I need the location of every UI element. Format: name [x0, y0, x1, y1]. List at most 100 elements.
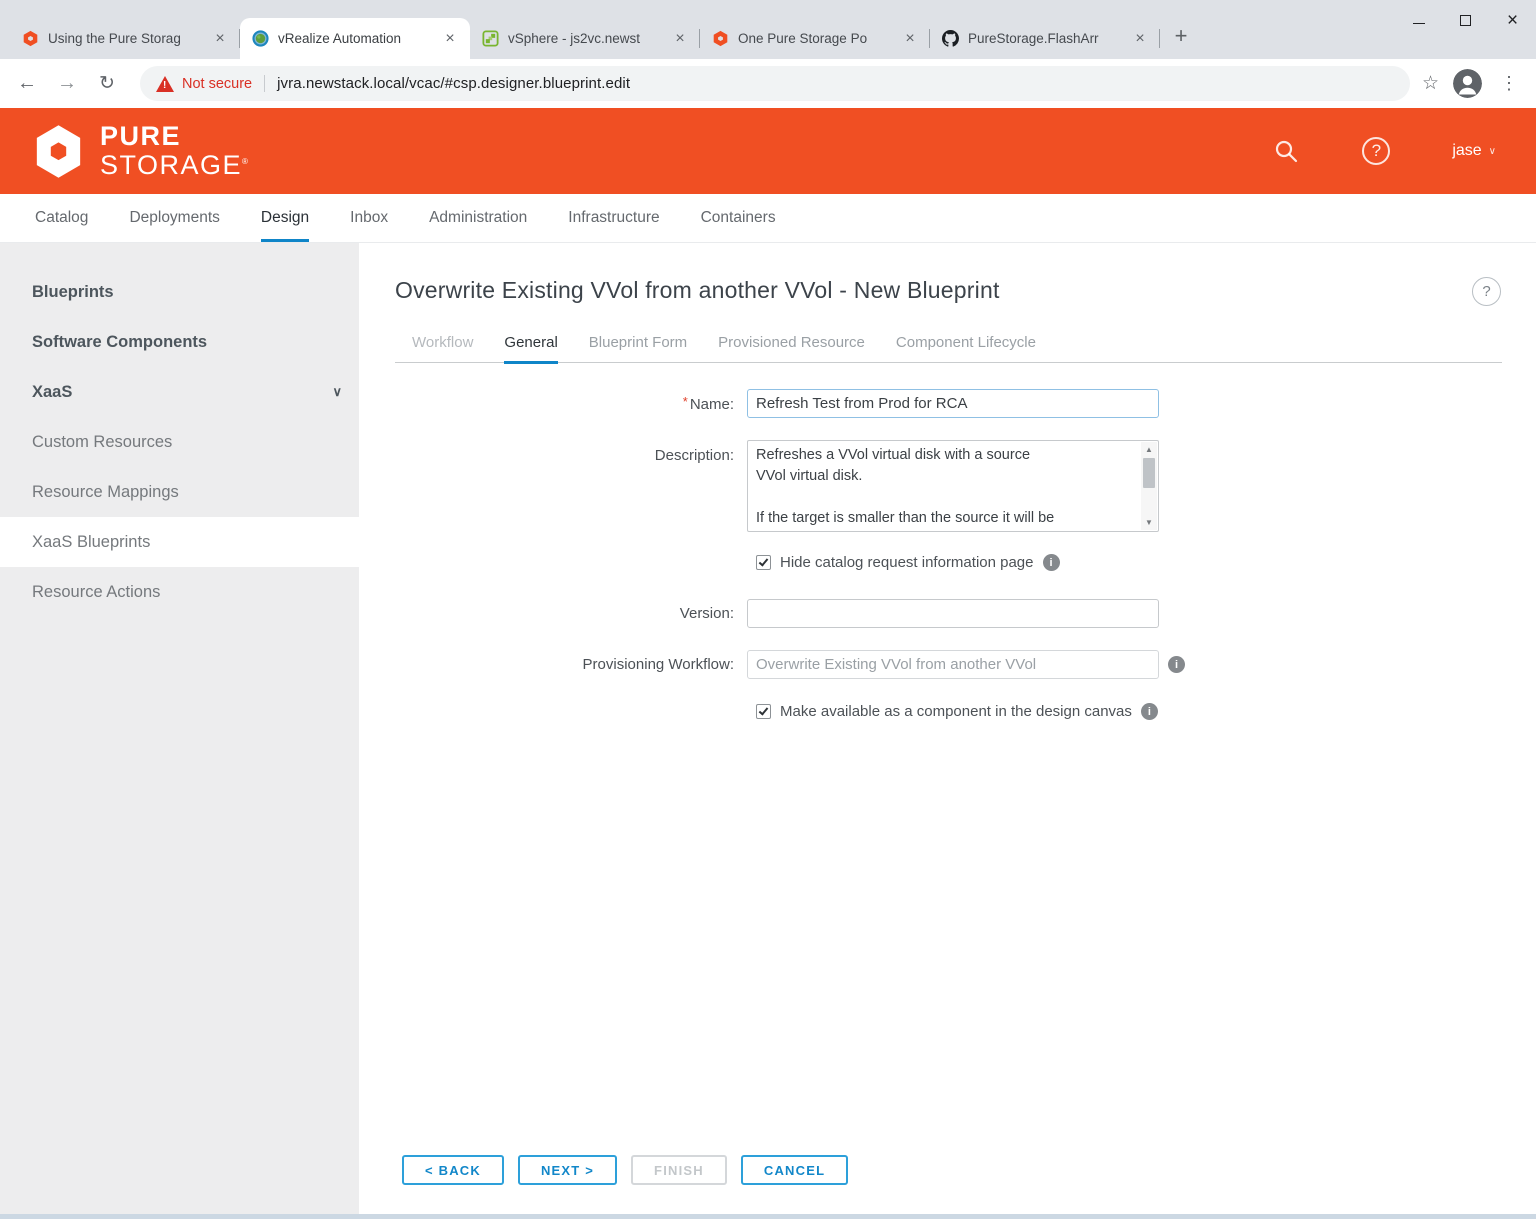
browser-profile-avatar[interactable] [1453, 69, 1482, 98]
pure-storage-logo: PURE STORAGE® [30, 123, 249, 180]
chevron-down-icon: ∨ [332, 384, 342, 400]
description-textarea[interactable]: Refreshes a VVol virtual disk with a sou… [747, 440, 1159, 532]
design-canvas-label: Make available as a component in the des… [780, 703, 1132, 720]
scroll-down-icon[interactable]: ▼ [1141, 518, 1157, 527]
help-button[interactable]: ? [1362, 137, 1390, 165]
sidebar-item-software-components[interactable]: Software Components [0, 317, 359, 367]
browser-tab-vsphere[interactable]: vSphere - js2vc.newst × [470, 18, 700, 59]
sidebar-item-resource-actions[interactable]: Resource Actions [0, 567, 359, 617]
browser-tab-pure-docs[interactable]: Using the Pure Storag × [10, 18, 240, 59]
omnibox-divider [264, 75, 265, 92]
search-button[interactable] [1273, 138, 1300, 165]
hide-catalog-label: Hide catalog request information page [780, 554, 1034, 571]
browser-tab-vrealize[interactable]: vRealize Automation × [240, 18, 470, 59]
not-secure-warning-icon[interactable]: ! [156, 76, 174, 92]
blueprint-tabs: Workflow General Blueprint Form Provisio… [395, 334, 1502, 363]
tab-close-icon[interactable]: × [900, 29, 920, 49]
window-minimize-button[interactable] [1395, 0, 1442, 40]
design-canvas-checkbox[interactable] [756, 704, 771, 719]
window-close-button[interactable]: × [1489, 0, 1536, 40]
back-button[interactable]: < BACK [402, 1155, 504, 1185]
tab-close-icon[interactable]: × [440, 29, 460, 49]
info-icon[interactable]: i [1043, 554, 1060, 571]
tab-title: One Pure Storage Po [738, 31, 896, 46]
close-icon: × [1507, 11, 1518, 30]
url-omnibox[interactable]: ! Not secure jvra.newstack.local/vcac/#c… [140, 66, 1410, 101]
search-icon [1273, 138, 1300, 165]
tab-title: Using the Pure Storag [48, 31, 206, 46]
pure-storage-favicon [712, 30, 729, 47]
tab-title: vRealize Automation [278, 31, 436, 46]
minimize-icon [1413, 23, 1425, 24]
browser-tab-strip: Using the Pure Storag × vRealize Automat… [0, 0, 1536, 59]
description-label: Description: [395, 440, 734, 464]
tab-general[interactable]: General [504, 334, 557, 364]
sidebar-item-custom-resources[interactable]: Custom Resources [0, 417, 359, 467]
tab-title: vSphere - js2vc.newst [508, 31, 666, 46]
hide-catalog-checkbox[interactable] [756, 555, 771, 570]
wizard-buttons: < BACK NEXT > FINISH CANCEL [402, 1155, 862, 1185]
browser-tab-pure-powershell[interactable]: One Pure Storage Po × [700, 18, 930, 59]
info-icon[interactable]: i [1168, 656, 1185, 673]
back-button[interactable]: ← [12, 69, 42, 99]
sidebar-item-xaas-blueprints[interactable]: XaaS Blueprints [0, 517, 359, 567]
vsphere-favicon [482, 30, 499, 47]
tab-provisioned-resource[interactable]: Provisioned Resource [718, 334, 865, 364]
finish-button: FINISH [631, 1155, 727, 1185]
tab-close-icon[interactable]: × [210, 29, 230, 49]
pure-storage-logo-mark [30, 123, 87, 180]
window-controls: × [1395, 0, 1536, 40]
scroll-up-icon[interactable]: ▲ [1141, 445, 1157, 454]
page-url: jvra.newstack.local/vcac/#csp.designer.b… [277, 75, 630, 92]
new-tab-button[interactable]: + [1166, 22, 1196, 52]
page-help-button[interactable]: ? [1472, 277, 1501, 306]
version-label: Version: [395, 605, 734, 622]
tab-close-icon[interactable]: × [1130, 29, 1150, 49]
sidebar-item-blueprints[interactable]: Blueprints [0, 267, 359, 317]
maximize-icon [1460, 15, 1471, 26]
description-scrollbar[interactable]: ▲ ▼ [1141, 442, 1157, 530]
nav-item-inbox[interactable]: Inbox [350, 194, 388, 242]
nav-item-design[interactable]: Design [261, 194, 309, 242]
window-maximize-button[interactable] [1442, 0, 1489, 40]
github-favicon [942, 30, 959, 47]
reload-button[interactable]: ↻ [92, 69, 122, 99]
tab-component-lifecycle[interactable]: Component Lifecycle [896, 334, 1036, 364]
checkmark-icon [759, 705, 769, 715]
scrollbar-thumb[interactable] [1143, 458, 1155, 488]
brand-word-storage: STORAGE [100, 150, 242, 180]
question-icon: ? [1482, 283, 1490, 300]
nav-item-infrastructure[interactable]: Infrastructure [568, 194, 659, 242]
tab-workflow[interactable]: Workflow [412, 334, 473, 364]
not-secure-label: Not secure [182, 76, 252, 92]
version-input[interactable] [747, 599, 1159, 628]
pure-storage-favicon [22, 30, 39, 47]
forward-button[interactable]: → [52, 69, 82, 99]
sidebar-item-resource-mappings[interactable]: Resource Mappings [0, 467, 359, 517]
blueprint-editor: Overwrite Existing VVol from another VVo… [359, 243, 1536, 1214]
nav-item-containers[interactable]: Containers [701, 194, 776, 242]
chevron-down-icon: ∨ [1489, 146, 1496, 157]
next-button[interactable]: NEXT > [518, 1155, 617, 1185]
browser-tab-github[interactable]: PureStorage.FlashArr × [930, 18, 1160, 59]
general-form: *Name: Description: Refreshes a VVol vir… [395, 389, 1502, 720]
name-input[interactable] [747, 389, 1159, 418]
brand-word-pure: PURE [100, 123, 249, 150]
info-icon[interactable]: i [1141, 703, 1158, 720]
provisioning-workflow-input [747, 650, 1159, 679]
primary-nav: Catalog Deployments Design Inbox Adminis… [0, 194, 1536, 243]
nav-item-deployments[interactable]: Deployments [129, 194, 219, 242]
registered-mark: ® [242, 157, 249, 166]
nav-item-administration[interactable]: Administration [429, 194, 527, 242]
vrealize-favicon [252, 30, 269, 47]
name-label: *Name: [395, 394, 734, 413]
browser-menu-icon[interactable]: ⋮ [1496, 73, 1522, 94]
user-menu[interactable]: jase ∨ [1452, 142, 1496, 160]
tab-close-icon[interactable]: × [670, 29, 690, 49]
tab-title: PureStorage.FlashArr [968, 31, 1126, 46]
sidebar-item-xaas[interactable]: XaaS ∨ [0, 367, 359, 417]
tab-blueprint-form[interactable]: Blueprint Form [589, 334, 687, 364]
nav-item-catalog[interactable]: Catalog [35, 194, 88, 242]
cancel-button[interactable]: CANCEL [741, 1155, 848, 1185]
bookmark-star-icon[interactable]: ☆ [1422, 72, 1439, 95]
